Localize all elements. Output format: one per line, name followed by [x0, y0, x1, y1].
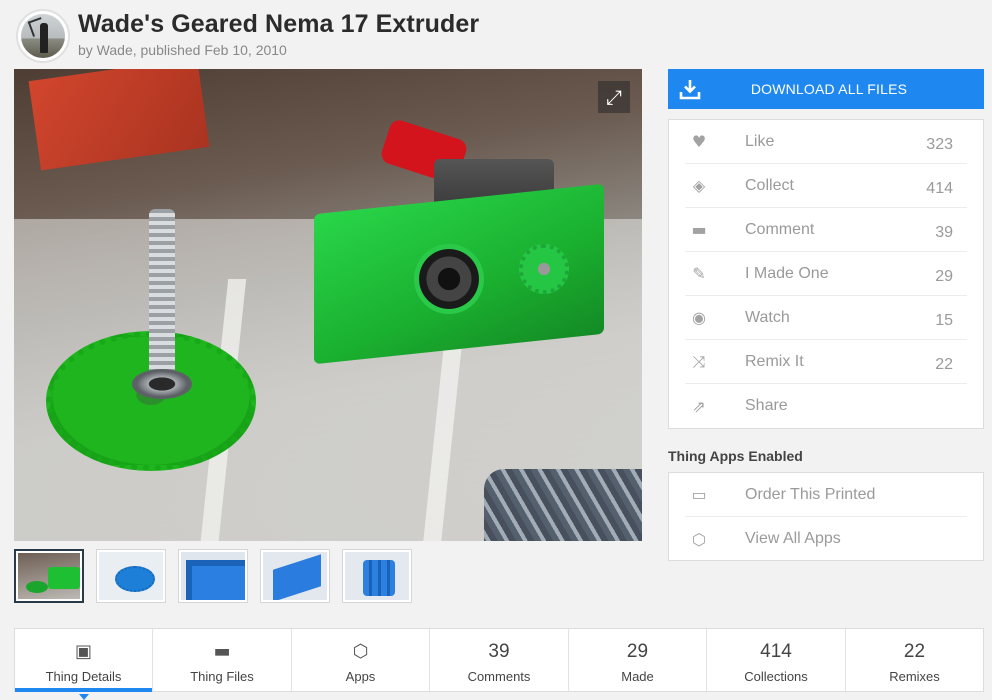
thumbnail-3[interactable]	[178, 549, 248, 603]
tab-label: Apps	[345, 669, 376, 684]
photo-bearing	[414, 244, 484, 314]
thumbnail-image	[263, 552, 327, 600]
cube-icon: ⬡	[692, 529, 706, 549]
printer-icon: ▭	[691, 485, 707, 504]
action-label: Watch	[745, 308, 790, 326]
order-printed-link[interactable]: ▭ Order This Printed	[685, 473, 967, 517]
app-label: Order This Printed	[745, 485, 876, 503]
tab-label: Thing Details	[45, 669, 122, 684]
apps-heading: Thing Apps Enabled	[668, 448, 803, 464]
collect-button[interactable]: ◈ Collect 414	[685, 164, 967, 208]
action-count: 39	[935, 223, 953, 241]
thumbnail-image	[181, 552, 245, 600]
thumbnail-image	[18, 553, 80, 599]
tab-label: Collections	[744, 669, 808, 684]
thumbnail-5[interactable]	[342, 549, 412, 603]
photo-screws	[484, 469, 642, 541]
active-tab-caret	[78, 694, 89, 700]
action-count: 22	[935, 355, 953, 373]
thumbnail-2[interactable]	[96, 549, 166, 603]
watch-button[interactable]: ◉ Watch 15	[685, 296, 967, 340]
action-count: 29	[935, 267, 953, 285]
actions-panel: ♥ Like 323 ◈ Collect 414 ▬ Comment 39 ✎ …	[668, 119, 984, 429]
action-label: I Made One	[745, 264, 829, 282]
action-count: 323	[926, 135, 953, 153]
action-label: Like	[745, 132, 775, 150]
tab-label: Comments	[467, 669, 531, 684]
edit-icon: ✎	[692, 264, 706, 283]
remix-button[interactable]: ⤨ Remix It 22	[685, 340, 967, 384]
expand-icon[interactable]: ⤢	[598, 81, 630, 113]
heart-icon: ♥	[691, 132, 707, 151]
tab-made[interactable]: 29 Made	[569, 629, 707, 691]
page-title: Wade's Geared Nema 17 Extruder	[78, 10, 480, 38]
photo-bolt-nut	[132, 369, 192, 399]
thumbnail-1[interactable]	[14, 549, 84, 603]
byline: by Wade, published Feb 10, 2010	[78, 42, 287, 58]
author-avatar[interactable]	[16, 9, 70, 63]
tab-apps[interactable]: ⬡ Apps	[292, 629, 430, 691]
download-all-button[interactable]: DOWNLOAD ALL FILES	[668, 69, 984, 109]
comment-icon: ▬	[691, 220, 707, 239]
tab-thing-files[interactable]: ▬ Thing Files	[153, 629, 292, 691]
photo-bolt	[149, 209, 175, 389]
comment-button[interactable]: ▬ Comment 39	[685, 208, 967, 252]
tab-label: Made	[621, 669, 654, 684]
cube-icon: ⬡	[352, 641, 369, 662]
like-button[interactable]: ♥ Like 323	[685, 120, 967, 164]
tab-count: 39	[488, 641, 510, 662]
action-count: 15	[935, 311, 953, 329]
tab-count: 29	[626, 641, 649, 662]
folder-icon: ▬	[213, 641, 231, 662]
made-one-button[interactable]: ✎ I Made One 29	[685, 252, 967, 296]
avatar-figure	[40, 23, 48, 53]
action-label: Remix It	[745, 352, 804, 370]
share-icon: ⇗	[692, 396, 706, 416]
app-label: View All Apps	[745, 530, 841, 547]
thumbnail-4[interactable]	[260, 549, 330, 603]
eye-icon: ◉	[692, 308, 706, 327]
tab-count: 414	[760, 641, 792, 662]
download-icon	[668, 69, 712, 109]
tab-count: 22	[903, 641, 926, 662]
tab-label: Thing Files	[190, 669, 254, 684]
apps-panel: ▭ Order This Printed ⬡ View All Apps	[668, 472, 984, 561]
tab-label: Remixes	[889, 669, 940, 684]
view-all-apps-link[interactable]: ⬡ View All Apps	[685, 517, 967, 561]
details-icon: ▣	[74, 641, 92, 662]
download-label: DOWNLOAD ALL FILES	[750, 81, 908, 97]
tab-comments[interactable]: 39 Comments	[430, 629, 569, 691]
collect-icon: ◈	[692, 176, 706, 195]
thing-tabs: ▣ Thing Details ▬ Thing Files ⬡ Apps 39 …	[14, 628, 984, 700]
photo-small-gear	[519, 244, 569, 294]
thumbnail-image	[345, 552, 409, 600]
share-button[interactable]: ⇗ Share	[685, 384, 967, 428]
action-label: Comment	[745, 220, 815, 238]
action-count: 414	[926, 179, 953, 197]
shuffle-icon: ⤨	[692, 351, 706, 371]
tab-remixes[interactable]: 22 Remixes	[846, 629, 983, 691]
tab-thing-details[interactable]: ▣ Thing Details	[15, 629, 153, 700]
action-label: Collect	[745, 176, 794, 194]
action-label: Share	[745, 397, 788, 414]
thumbnail-image	[99, 552, 163, 600]
tab-collections[interactable]: 414 Collections	[707, 629, 846, 691]
main-photo[interactable]: ⤢	[14, 69, 642, 541]
